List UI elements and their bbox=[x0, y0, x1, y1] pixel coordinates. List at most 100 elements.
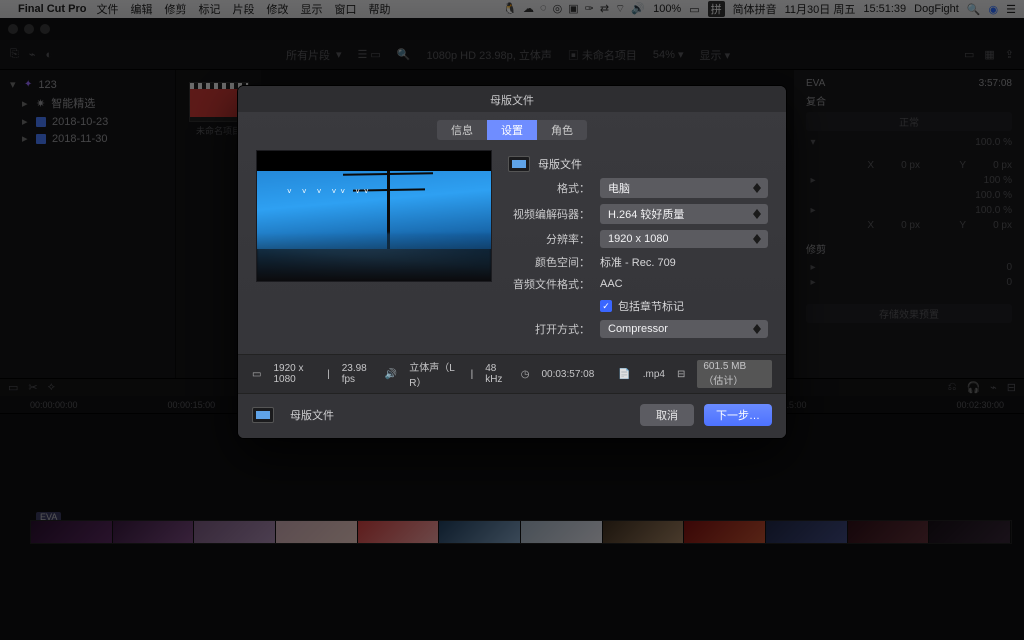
siri-icon[interactable]: ◉ bbox=[989, 3, 999, 16]
ruler-tick: 00:02:30:00 bbox=[956, 400, 1004, 410]
dims-icon: ▭ bbox=[252, 369, 261, 380]
menu-help[interactable]: 帮助 bbox=[368, 1, 390, 17]
format-dropdown[interactable]: 电脑 bbox=[600, 178, 768, 198]
tab-info[interactable]: 信息 bbox=[437, 120, 487, 140]
save-preset-button[interactable]: 存储效果预置 bbox=[806, 304, 1012, 323]
tool-index-icon[interactable]: ▭ bbox=[8, 381, 18, 394]
chapters-label[interactable]: 包括章节标记 bbox=[618, 298, 684, 314]
menu-window[interactable]: 窗口 bbox=[334, 1, 356, 17]
list-view-button[interactable]: ☰ ▭ bbox=[357, 48, 380, 61]
next-label: 下一步… bbox=[716, 410, 760, 422]
inspector-title: EVA bbox=[806, 78, 825, 89]
menu-edit[interactable]: 编辑 bbox=[130, 1, 152, 17]
zoom-level[interactable]: 54% ▾ bbox=[653, 48, 684, 61]
menu-mark[interactable]: 标记 bbox=[198, 1, 220, 17]
window-close[interactable] bbox=[8, 24, 18, 34]
meta-ext: .mp4 bbox=[643, 369, 665, 380]
tab-settings[interactable]: 设置 bbox=[487, 120, 537, 140]
menubar-date[interactable]: 11月30日 周五 bbox=[785, 1, 856, 17]
volume-icon[interactable]: 🔊 bbox=[631, 2, 645, 16]
tool-snap-icon[interactable]: ⌁ bbox=[990, 381, 997, 394]
qq-icon[interactable]: 🐧 bbox=[503, 2, 517, 16]
battery-text[interactable]: 100% bbox=[653, 3, 681, 15]
bg-tasks-button[interactable]: ◐ bbox=[45, 49, 52, 61]
project-chip[interactable]: ▣ 未命名项目 bbox=[568, 47, 637, 63]
battery-icon[interactable]: ▭ bbox=[689, 3, 699, 16]
menu-clip[interactable]: 片段 bbox=[232, 1, 254, 17]
tool-audio-icon[interactable]: 🎧 bbox=[966, 381, 980, 394]
menu-view[interactable]: 显示 bbox=[300, 1, 322, 17]
tool-skimmer-icon[interactable]: ⎌ bbox=[948, 381, 957, 394]
menubar-user[interactable]: DogFight bbox=[914, 3, 959, 15]
crop-value[interactable]: 0 bbox=[828, 277, 1012, 288]
scale-x[interactable]: 100 % bbox=[828, 175, 1012, 186]
window-zoom[interactable] bbox=[40, 24, 50, 34]
tab-roles[interactable]: 角色 bbox=[537, 120, 587, 140]
scale-all[interactable]: 100.0 % bbox=[828, 205, 1012, 216]
ime-badge[interactable]: 拼 bbox=[708, 1, 725, 17]
opacity-value[interactable]: 100.0 % bbox=[828, 137, 1012, 148]
ruler-tick: 00:00:00:00 bbox=[30, 400, 78, 410]
pos-y[interactable]: 0 px bbox=[972, 160, 1012, 171]
import-button[interactable]: ⎘ bbox=[10, 48, 19, 61]
trim-value[interactable]: 0 bbox=[828, 262, 1012, 273]
cc-icon[interactable]: ◎ bbox=[553, 2, 563, 16]
notification-center-icon[interactable]: ☰ bbox=[1006, 3, 1016, 16]
chat-icon[interactable]: ◌ bbox=[540, 2, 547, 16]
event-icon bbox=[36, 117, 46, 127]
filmstrip[interactable] bbox=[30, 520, 1012, 544]
meta-khz: 48 kHz bbox=[485, 363, 509, 385]
codec-dropdown[interactable]: H.264 较好质量 bbox=[600, 204, 768, 224]
menubar-time[interactable]: 15:51:39 bbox=[863, 3, 906, 15]
dialog-tabs: 信息 设置 角色 bbox=[238, 120, 786, 140]
keyword-button[interactable]: ⌁ bbox=[29, 48, 36, 61]
export-meta: ▭ 1920 x 1080 | 23.98 fps 🔊 立体声（L R） | 4… bbox=[238, 354, 786, 393]
resolution-dropdown[interactable]: 1920 x 1080 bbox=[600, 230, 768, 248]
toolbar: ⎘ ⌁ ◐ 所有片段 ▾ ☰ ▭ 🔍 1080p HD 23.98p, 立体声 … bbox=[0, 40, 1024, 70]
clips-filter-label: 所有片段 bbox=[286, 47, 330, 63]
sidebar-item-smart[interactable]: ▸ ✷ 智能精选 bbox=[8, 93, 167, 113]
cancel-button[interactable]: 取消 bbox=[640, 404, 694, 426]
menu-trim[interactable]: 修剪 bbox=[164, 1, 186, 17]
menu-modify[interactable]: 修改 bbox=[266, 1, 288, 17]
app-name[interactable]: Final Cut Pro bbox=[18, 3, 86, 15]
tool-trim-icon[interactable]: ✂ bbox=[28, 381, 37, 394]
colorspace-label: 颜色空间： bbox=[508, 254, 600, 270]
wifi-icon[interactable]: ⌔ bbox=[615, 2, 625, 16]
icon-a[interactable]: ▣ bbox=[568, 2, 578, 16]
ruler-tick: 00:00:15:00 bbox=[168, 400, 216, 410]
openwith-dropdown[interactable]: Compressor bbox=[600, 320, 768, 338]
icon-c[interactable]: ⇄ bbox=[600, 2, 609, 16]
color-tab-icon[interactable]: ▦ bbox=[984, 48, 994, 61]
anchor-y[interactable]: 0 px bbox=[972, 220, 1012, 231]
inspector-composite-label: 复合 bbox=[806, 93, 1012, 108]
view-menu[interactable]: 显示 ▾ bbox=[700, 47, 731, 63]
pos-x[interactable]: 0 px bbox=[880, 160, 920, 171]
document-icon bbox=[508, 156, 530, 172]
inspector-tab-icon[interactable]: ▭ bbox=[964, 48, 974, 61]
search-icon[interactable]: 🔍 bbox=[397, 48, 411, 61]
cancel-label: 取消 bbox=[656, 410, 678, 422]
blend-mode[interactable]: 正常 bbox=[806, 112, 1012, 131]
window-minimize[interactable] bbox=[24, 24, 34, 34]
scale-y[interactable]: 100.0 % bbox=[828, 190, 1012, 201]
chapters-checkbox[interactable]: ✓ bbox=[600, 300, 612, 312]
window-traffic-bar bbox=[0, 18, 1024, 40]
tool-range-icon[interactable]: ⟡ bbox=[48, 381, 55, 394]
trim-label: 修剪 bbox=[806, 241, 1012, 256]
spotlight-icon[interactable]: 🔍 bbox=[967, 3, 981, 16]
anchor-x[interactable]: 0 px bbox=[880, 220, 920, 231]
icon-b[interactable]: ✑ bbox=[585, 2, 594, 16]
tool-zoom-icon[interactable]: ⊟ bbox=[1007, 381, 1016, 394]
menu-file[interactable]: 文件 bbox=[96, 1, 118, 17]
library-root[interactable]: ▾ ✦ 123 bbox=[8, 76, 167, 93]
share-button[interactable]: ⇪ bbox=[1005, 48, 1014, 61]
audiofmt-label: 音频文件格式： bbox=[508, 276, 600, 292]
chevron-down-icon[interactable]: ▾ bbox=[806, 137, 820, 148]
ime-label[interactable]: 简体拼音 bbox=[733, 1, 777, 17]
sidebar-item-event-1[interactable]: ▸ 2018-10-23 bbox=[8, 113, 167, 130]
wechat-icon[interactable]: ☁ bbox=[523, 2, 534, 16]
next-button[interactable]: 下一步… bbox=[704, 404, 772, 426]
clips-filter[interactable]: 所有片段 ▾ bbox=[286, 47, 342, 63]
sidebar-item-event-2[interactable]: ▸ 2018-11-30 bbox=[8, 130, 167, 147]
